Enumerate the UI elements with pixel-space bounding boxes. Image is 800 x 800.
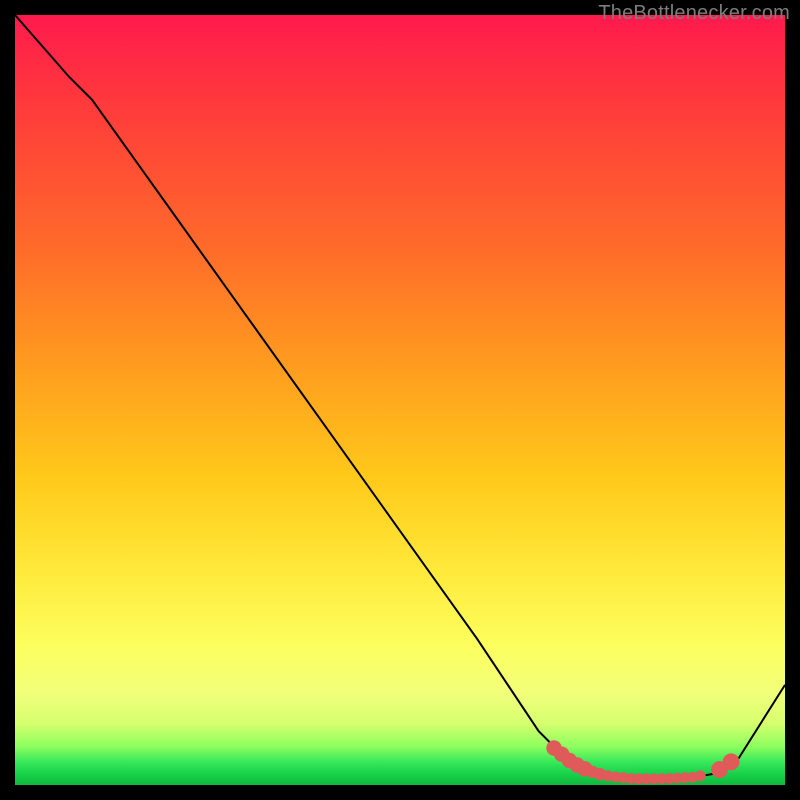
chart-svg [15, 15, 785, 785]
watermark-text: TheBottlenecker.com [598, 2, 790, 25]
curve-marker [723, 753, 740, 770]
curve-marker [695, 770, 706, 781]
bottleneck-curve [15, 15, 785, 779]
curve-markers [546, 740, 739, 784]
chart-plot-area [15, 15, 785, 785]
